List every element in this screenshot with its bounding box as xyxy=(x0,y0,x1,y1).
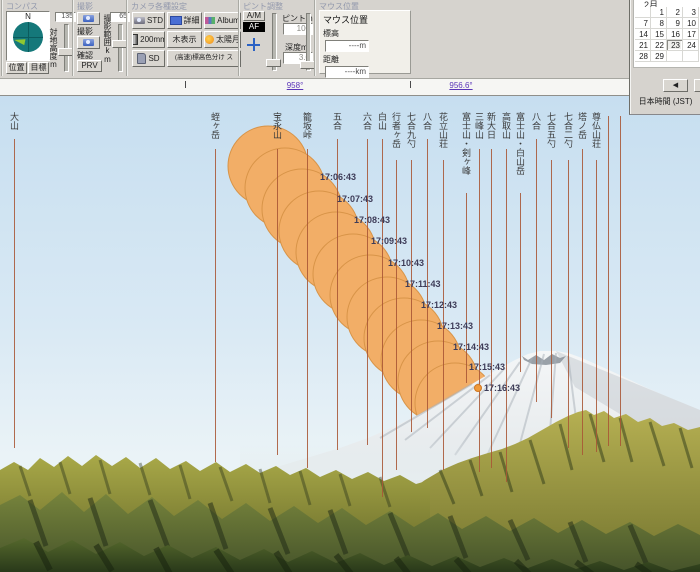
calendar-day[interactable]: 9 xyxy=(667,18,683,29)
tree-display-button[interactable]: 木表示 xyxy=(167,31,202,48)
calendar-day[interactable]: 24 xyxy=(683,40,699,51)
tree-display-button-label: 木表示 xyxy=(173,36,197,44)
album-icon xyxy=(205,17,215,24)
mouse-position-box: マウス位置 標高 ----m 距離 ----km xyxy=(319,10,411,74)
calendar-day[interactable]: 1 xyxy=(651,7,667,18)
shooting-panel: 撮影 撮影 確認 PRV 撮影範囲km 65 xyxy=(73,0,128,76)
distance-value: ----km xyxy=(325,66,369,78)
ground-altitude-label: 対地高度m xyxy=(49,28,58,69)
calendar-day[interactable]: 16 xyxy=(667,29,683,40)
calendar-day[interactable]: 29 xyxy=(651,51,667,62)
calendar-grid-box: 2月 1237891014151617212223242829 xyxy=(633,0,700,68)
calendar-day[interactable]: 3 xyxy=(683,7,699,18)
compass-heading-icon xyxy=(13,37,25,45)
calendar-day[interactable]: 8 xyxy=(651,18,667,29)
detail-button-label: 詳細 xyxy=(184,17,200,25)
focus-panel: ピント調整 A/M AF ピントm 100 深度m 3.0 xyxy=(239,0,316,76)
sd-button[interactable]: SD xyxy=(132,50,165,67)
position-button[interactable]: 位置 xyxy=(6,62,27,74)
elevation-color-button[interactable]: (高速)標高色分け ス xyxy=(167,50,241,67)
album-button-label: Album xyxy=(217,17,240,25)
calendar-day[interactable] xyxy=(667,51,683,62)
shoot-button[interactable] xyxy=(77,12,100,25)
camera-icon xyxy=(134,17,145,24)
timezone-label: 日本時間 (JST) xyxy=(630,96,700,107)
calendar-day[interactable]: 17 xyxy=(683,29,699,40)
camera-settings-caption: カメラ各種設定 xyxy=(131,1,187,12)
lens-200mm-button-label: 200mm xyxy=(140,36,165,44)
elevation-label: 標高 xyxy=(323,28,410,39)
shooting-panel-caption: 撮影 xyxy=(77,1,93,12)
shoot-range-slider[interactable] xyxy=(112,24,126,72)
focus-slider[interactable] xyxy=(266,13,280,71)
lens-200mm-button[interactable]: 200mm xyxy=(132,31,165,48)
calendar-day[interactable]: 14 xyxy=(635,29,651,40)
album-button[interactable]: Album xyxy=(204,12,241,29)
preview-button[interactable]: PRV xyxy=(77,60,102,72)
calendar-day[interactable] xyxy=(683,51,699,62)
compass-north-label: N xyxy=(7,12,49,21)
sd-button-label: SD xyxy=(148,55,159,63)
calendar-prev-button[interactable]: ◀ xyxy=(663,79,688,92)
distance-label: 距離 xyxy=(323,54,410,65)
kashbird-window: 大山蛭ヶ岳宝永山籠坂峠五合六合白山行者ヶ岳七合九勺八合花立山荘富士山・剣ヶ峰三峰… xyxy=(0,0,700,572)
confirm-button[interactable] xyxy=(77,36,100,49)
compass-widget[interactable]: N xyxy=(6,11,50,61)
camera-icon xyxy=(83,39,94,46)
std-button[interactable]: STD xyxy=(132,12,165,29)
ground-altitude-slider[interactable] xyxy=(58,24,72,72)
compass-panel: コンパス N 位置 目標 対地高度m 135 xyxy=(2,0,73,76)
calendar-day[interactable]: 22 xyxy=(651,40,667,51)
af-crosshair-icon[interactable] xyxy=(247,38,260,51)
camera-icon xyxy=(83,15,94,22)
detail-icon xyxy=(170,16,182,25)
ruler-tick xyxy=(410,81,411,88)
sun-icon xyxy=(205,35,214,44)
ruler-azimuth-label[interactable]: 958° xyxy=(287,81,304,90)
calendar-panel: 2月 1237891014151617212223242829 ◀ ▶ 日本時間… xyxy=(629,0,700,115)
detail-button[interactable]: 詳細 xyxy=(167,12,202,29)
calendar-day[interactable]: 2 xyxy=(667,7,683,18)
sun-moon-button-label: 太陽月 xyxy=(216,36,240,44)
calendar-day[interactable] xyxy=(635,7,651,18)
sun-moon-button[interactable]: 太陽月 xyxy=(204,31,241,48)
calendar-day[interactable]: 7 xyxy=(635,18,651,29)
auto-manual-button[interactable]: A/M xyxy=(243,11,265,21)
mouse-position-panel: マウス位置 マウス位置 標高 ----m 距離 ----km xyxy=(315,0,414,76)
toolbar: コンパス N 位置 目標 対地高度m 135 撮影 撮影 確認 PRV 撮影範囲… xyxy=(0,0,700,79)
compass-dial[interactable] xyxy=(13,22,43,52)
calendar-day[interactable]: 10 xyxy=(683,18,699,29)
camera-settings-panel: カメラ各種設定 STD 詳細 Album 200mm 木表示 太陽月 SD (高速)標高色分け… xyxy=(127,0,240,76)
calendar-day[interactable]: 21 xyxy=(635,40,651,51)
view-ruler: 958° 956.6° xyxy=(0,78,700,96)
ruler-tick xyxy=(185,81,186,88)
elevation-value: ----m xyxy=(325,40,369,52)
depth-slider[interactable] xyxy=(300,13,314,71)
calendar-day[interactable]: 23 xyxy=(667,40,683,51)
calendar-day[interactable]: 15 xyxy=(651,29,667,40)
calendar-month-label: 2月 xyxy=(644,0,700,7)
target-button[interactable]: 目標 xyxy=(28,62,49,74)
af-indicator: AF xyxy=(243,22,265,32)
camera-settings-grid: STD 詳細 Album 200mm 木表示 太陽月 SD (高速)標高色分け ス xyxy=(132,12,241,67)
sd-icon xyxy=(137,53,146,64)
calendar-day[interactable]: 28 xyxy=(635,51,651,62)
elevation-color-button-label: (高速)標高色分け ス xyxy=(175,55,233,62)
lens-icon xyxy=(132,34,138,45)
std-button-label: STD xyxy=(147,17,163,25)
calendar-grid: 1237891014151617212223242829 xyxy=(635,7,700,62)
ruler-azimuth-label[interactable]: 956.6° xyxy=(449,81,472,90)
calendar-next-button[interactable]: ▶ xyxy=(694,79,700,92)
mouse-position-heading: マウス位置 xyxy=(323,13,410,26)
